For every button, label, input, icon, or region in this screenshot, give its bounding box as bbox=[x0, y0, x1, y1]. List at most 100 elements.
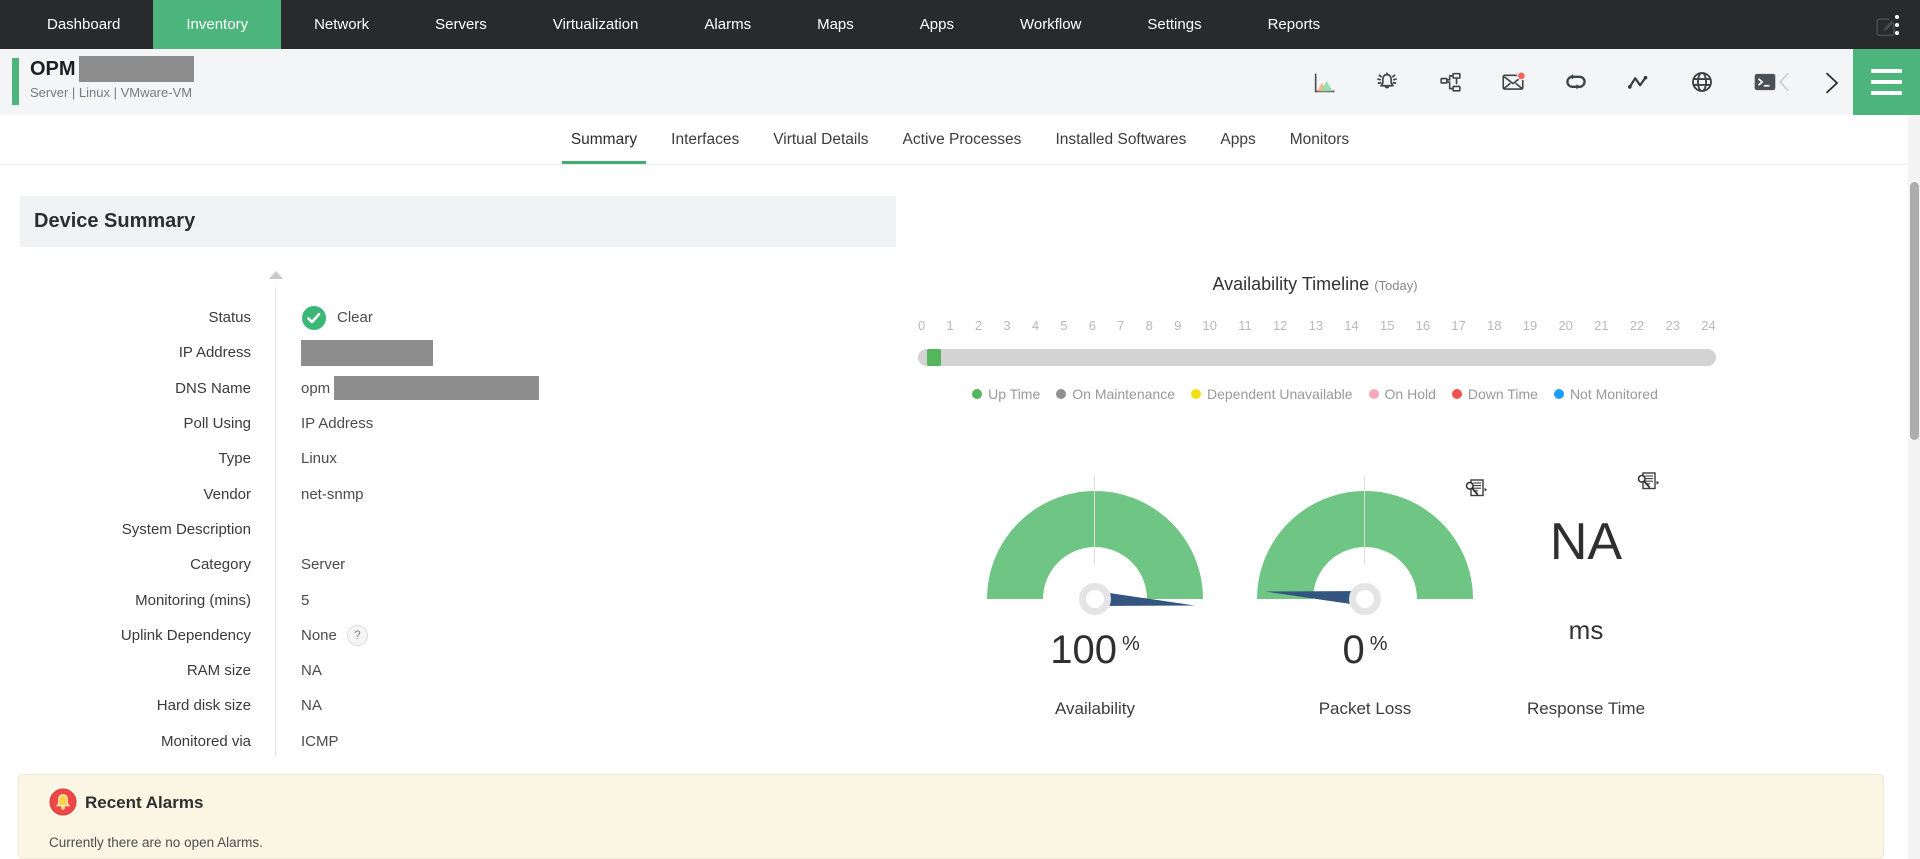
field-row-vendor: Vendor net-snmp bbox=[203, 485, 364, 503]
gauge-hub bbox=[1079, 583, 1111, 615]
field-row-type: Type Linux bbox=[218, 450, 337, 468]
ip-address-redaction bbox=[301, 339, 433, 366]
up-time-dot bbox=[972, 389, 983, 399]
on-hold-dot bbox=[1368, 389, 1379, 399]
device-title: OPM bbox=[30, 57, 76, 80]
legend-down-time: Down Time bbox=[1451, 386, 1538, 402]
nav-item-virtualization[interactable]: Virtualization bbox=[520, 0, 672, 49]
nav-item-network[interactable]: Network bbox=[281, 0, 402, 49]
nav-item-servers[interactable]: Servers bbox=[402, 0, 520, 49]
legend-on-hold: On Hold bbox=[1368, 386, 1436, 402]
response-time-unit: ms bbox=[1568, 615, 1604, 645]
field-row-category: Category Server bbox=[190, 556, 346, 574]
tab-summary[interactable]: Summary bbox=[554, 115, 654, 164]
edit-icon[interactable] bbox=[1872, 13, 1898, 39]
packet-loss-value: 0% bbox=[1342, 628, 1388, 672]
tab-apps[interactable]: Apps bbox=[1203, 115, 1272, 164]
chevron-left-icon[interactable] bbox=[1772, 69, 1798, 95]
nav-item-apps[interactable]: Apps bbox=[887, 0, 987, 49]
field-row-dns-name: DNS Name opm bbox=[20, 371, 880, 406]
nav-item-reports[interactable]: Reports bbox=[1235, 0, 1354, 49]
field-row-ip-address: IP Address bbox=[20, 335, 880, 370]
availability-value: 100% bbox=[1050, 628, 1140, 672]
nav-item-dashboard[interactable]: Dashboard bbox=[14, 0, 153, 49]
nav-item-settings[interactable]: Settings bbox=[1114, 0, 1234, 49]
gauge-tick bbox=[1364, 476, 1365, 564]
hard-disk-size-value: NA bbox=[301, 697, 322, 715]
monitored-via-value: ICMP bbox=[301, 732, 339, 750]
status-clear-icon bbox=[301, 305, 327, 331]
scrollbar-track[interactable] bbox=[1908, 115, 1920, 859]
device-status-accent-bar bbox=[12, 58, 19, 105]
legend-dependent-unavailable: Dependent Unavailable bbox=[1190, 386, 1353, 402]
timeline-uptime-segment bbox=[927, 349, 941, 366]
uplink-dependency-value: None bbox=[301, 626, 337, 644]
device-summary-title: Device Summary bbox=[34, 210, 196, 232]
top-navigation: Dashboard Inventory Network Servers Virt… bbox=[0, 0, 1920, 49]
page: Dashboard Inventory Network Servers Virt… bbox=[0, 0, 1920, 859]
nav-item-maps[interactable]: Maps bbox=[784, 0, 887, 49]
gauge-hub bbox=[1349, 583, 1381, 615]
availability-timeline-title: Availability Timeline (Today) bbox=[1212, 274, 1418, 294]
packet-loss-label: Packet Loss bbox=[1318, 699, 1412, 718]
device-toolbar bbox=[1311, 49, 1778, 115]
timeline-legend: Up Time On Maintenance Dependent Unavail… bbox=[895, 386, 1735, 402]
latency-pulse-icon[interactable] bbox=[1626, 69, 1652, 95]
response-time-label: Response Time bbox=[1526, 699, 1646, 718]
recent-alarms-bell-icon bbox=[49, 788, 77, 816]
help-icon[interactable]: ? bbox=[346, 624, 368, 646]
dependency-loop-icon[interactable] bbox=[1563, 69, 1589, 95]
recent-alarms-message: Currently there are no open Alarms. bbox=[49, 835, 263, 850]
vendor-value: net-snmp bbox=[301, 485, 364, 503]
legend-on-maintenance: On Maintenance bbox=[1056, 386, 1175, 402]
device-title-redaction bbox=[78, 56, 194, 82]
tab-monitors[interactable]: Monitors bbox=[1273, 115, 1366, 164]
tab-virtual-details[interactable]: Virtual Details bbox=[756, 115, 885, 164]
availability-report-icon[interactable] bbox=[1464, 477, 1488, 499]
down-time-dot bbox=[1451, 389, 1462, 399]
globe-icon[interactable] bbox=[1689, 69, 1715, 95]
collapse-caret-icon[interactable] bbox=[269, 271, 283, 279]
nav-item-inventory[interactable]: Inventory bbox=[153, 0, 282, 49]
device-header: OPM Server | Linux | VMware-VM bbox=[0, 49, 1920, 115]
device-subtitle: Server | Linux | VMware-VM bbox=[30, 85, 193, 100]
performance-chart-icon[interactable] bbox=[1311, 69, 1337, 95]
field-row-poll-using: Poll Using IP Address bbox=[183, 415, 374, 433]
monitoring-interval-value: 5 bbox=[301, 591, 310, 609]
field-row-monitoring-interval: Monitoring (mins) 5 bbox=[135, 591, 310, 609]
device-tabs: Summary Interfaces Virtual Details Activ… bbox=[0, 115, 1920, 165]
device-summary-fields: Status Clear IP Address DNS Name opm Pol… bbox=[20, 300, 880, 759]
nav-item-workflow[interactable]: Workflow bbox=[987, 0, 1114, 49]
ram-size-value: NA bbox=[301, 662, 322, 680]
field-row-status: Status Clear bbox=[20, 300, 880, 335]
recent-alarms-title: Recent Alarms bbox=[85, 793, 204, 812]
scrollbar-thumb[interactable] bbox=[1909, 182, 1919, 440]
alarm-bell-icon[interactable] bbox=[1374, 69, 1400, 95]
dependent-unavailable-dot bbox=[1190, 389, 1201, 399]
tab-interfaces[interactable]: Interfaces bbox=[654, 115, 756, 164]
poll-using-value: IP Address bbox=[301, 415, 374, 433]
mail-unread-icon[interactable] bbox=[1500, 69, 1526, 95]
nav-item-alarms[interactable]: Alarms bbox=[671, 0, 784, 49]
field-row-uplink-dependency: Uplink Dependency None ? bbox=[20, 618, 880, 653]
side-menu-icon[interactable] bbox=[1853, 49, 1920, 115]
response-time-report-icon[interactable] bbox=[1636, 470, 1660, 492]
on-maintenance-dot bbox=[1056, 389, 1067, 399]
field-row-monitored-via: Monitored via ICMP bbox=[160, 732, 339, 750]
tab-installed-softwares[interactable]: Installed Softwares bbox=[1038, 115, 1203, 164]
availability-timeline-range: (Today) bbox=[1374, 278, 1418, 293]
tab-active-processes[interactable]: Active Processes bbox=[886, 115, 1039, 164]
field-row-system-description: System Description bbox=[121, 520, 251, 538]
device-summary-header: Device Summary bbox=[20, 196, 896, 247]
availability-timeline-bar[interactable] bbox=[918, 349, 1716, 366]
gauge-tick bbox=[1094, 476, 1095, 564]
field-row-ram-size: RAM size NA bbox=[186, 662, 322, 680]
availability-label: Availability bbox=[1054, 699, 1135, 718]
workflow-icon[interactable] bbox=[1437, 69, 1463, 95]
field-row-hard-disk-size: Hard disk size NA bbox=[156, 697, 322, 715]
recent-alarms-panel: Recent Alarms Currently there are no ope… bbox=[18, 774, 1884, 859]
packet-loss-gauge bbox=[1257, 476, 1473, 621]
chevron-right-icon[interactable] bbox=[1816, 69, 1844, 97]
not-monitored-dot bbox=[1553, 389, 1564, 399]
type-value: Linux bbox=[301, 450, 337, 468]
